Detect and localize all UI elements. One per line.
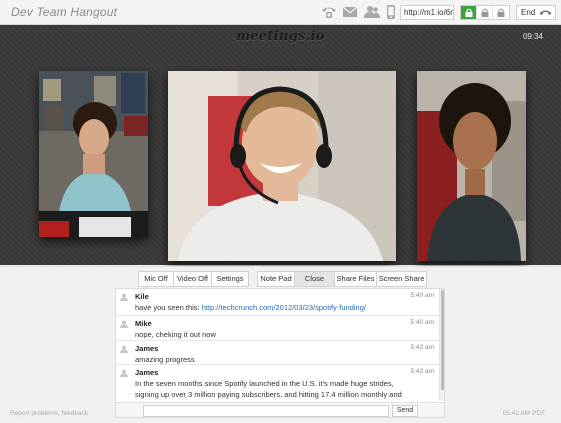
user-icon: [120, 345, 128, 353]
meeting-url-field[interactable]: http://m1.io/6m: [400, 5, 454, 20]
hang-up-icon: [539, 10, 552, 15]
message-body: have you seen this:: [135, 303, 202, 312]
chat-panel: Kile 5:40 am have you seen this: http://…: [115, 288, 445, 418]
message-author: Kile: [135, 292, 149, 301]
user-icon: [120, 369, 128, 377]
top-bar: Dev Team Hangout http://m1.io/6m End: [0, 0, 561, 25]
app-title: Dev Team Hangout: [11, 5, 118, 19]
mic-off-button[interactable]: Mic Off: [138, 271, 174, 287]
message-time: 5:40 am: [410, 319, 435, 326]
chat-message: Kile 5:40 am have you seen this: http://…: [116, 289, 440, 316]
settings-button[interactable]: Settings: [212, 271, 249, 287]
phone-icon[interactable]: [321, 5, 337, 19]
message-link[interactable]: http://techcrunch.com/2012/03/23/spotify…: [202, 303, 366, 312]
scrollbar-thumb[interactable]: [441, 290, 444, 390]
message-text: nope, cheking it out now: [135, 330, 216, 339]
tab-share-files[interactable]: Share Files: [335, 271, 377, 287]
message-text: amazing progress: [135, 355, 195, 364]
lock-icon[interactable]: [493, 6, 509, 19]
mobile-icon[interactable]: [386, 5, 396, 19]
message-time: 5:42 am: [410, 344, 435, 351]
chat-scrollbar[interactable]: [439, 289, 444, 401]
message-text: have you seen this: http://techcrunch.co…: [135, 302, 405, 313]
left-participant-video[interactable]: [39, 71, 148, 237]
message-author: Mike: [135, 319, 152, 328]
brand-logo: meetings.io: [236, 29, 325, 44]
chat-message: James 5:42 am In the seven months since …: [116, 365, 440, 402]
chat-compose: Send: [116, 402, 444, 417]
security-toggle-group: [460, 5, 510, 20]
panel-tabs: Note Pad Close Share Files Screen Share: [257, 271, 427, 287]
active-speaker-video[interactable]: [168, 71, 396, 261]
video-stage: meetings.io 09:34: [0, 25, 561, 265]
message-author: James: [135, 368, 159, 377]
video-off-button[interactable]: Video Off: [174, 271, 212, 287]
local-time: 05:42 AM PDT: [502, 410, 545, 417]
tab-close[interactable]: Close: [295, 271, 335, 287]
message-text: In the seven months since Spotify launch…: [135, 379, 402, 402]
chat-message: Mike 5:40 am nope, cheking it out now: [116, 316, 440, 341]
end-call-label: End: [521, 8, 536, 17]
chat-message: James 5:42 am amazing progress: [116, 341, 440, 365]
user-icon: [120, 293, 128, 301]
lock-icon[interactable]: [477, 6, 493, 19]
message-time: 5:40 am: [410, 292, 435, 299]
end-call-button[interactable]: End: [516, 5, 556, 20]
message-author: James: [135, 344, 159, 353]
message-time: 5:42 am: [410, 368, 435, 375]
send-button[interactable]: Send: [392, 405, 418, 417]
tab-screen-share[interactable]: Screen Share: [377, 271, 427, 287]
report-problems-link[interactable]: Report problems, feedback: [10, 410, 88, 417]
media-controls: Mic Off Video Off Settings: [138, 271, 249, 287]
call-timer: 09:34: [522, 32, 543, 41]
lock-icon[interactable]: [461, 6, 477, 19]
tab-note-pad[interactable]: Note Pad: [257, 271, 295, 287]
user-icon: [120, 320, 128, 328]
people-icon[interactable]: [364, 5, 380, 19]
mail-icon[interactable]: [342, 5, 358, 19]
chat-input[interactable]: [143, 405, 389, 417]
right-participant-video[interactable]: [417, 71, 526, 261]
